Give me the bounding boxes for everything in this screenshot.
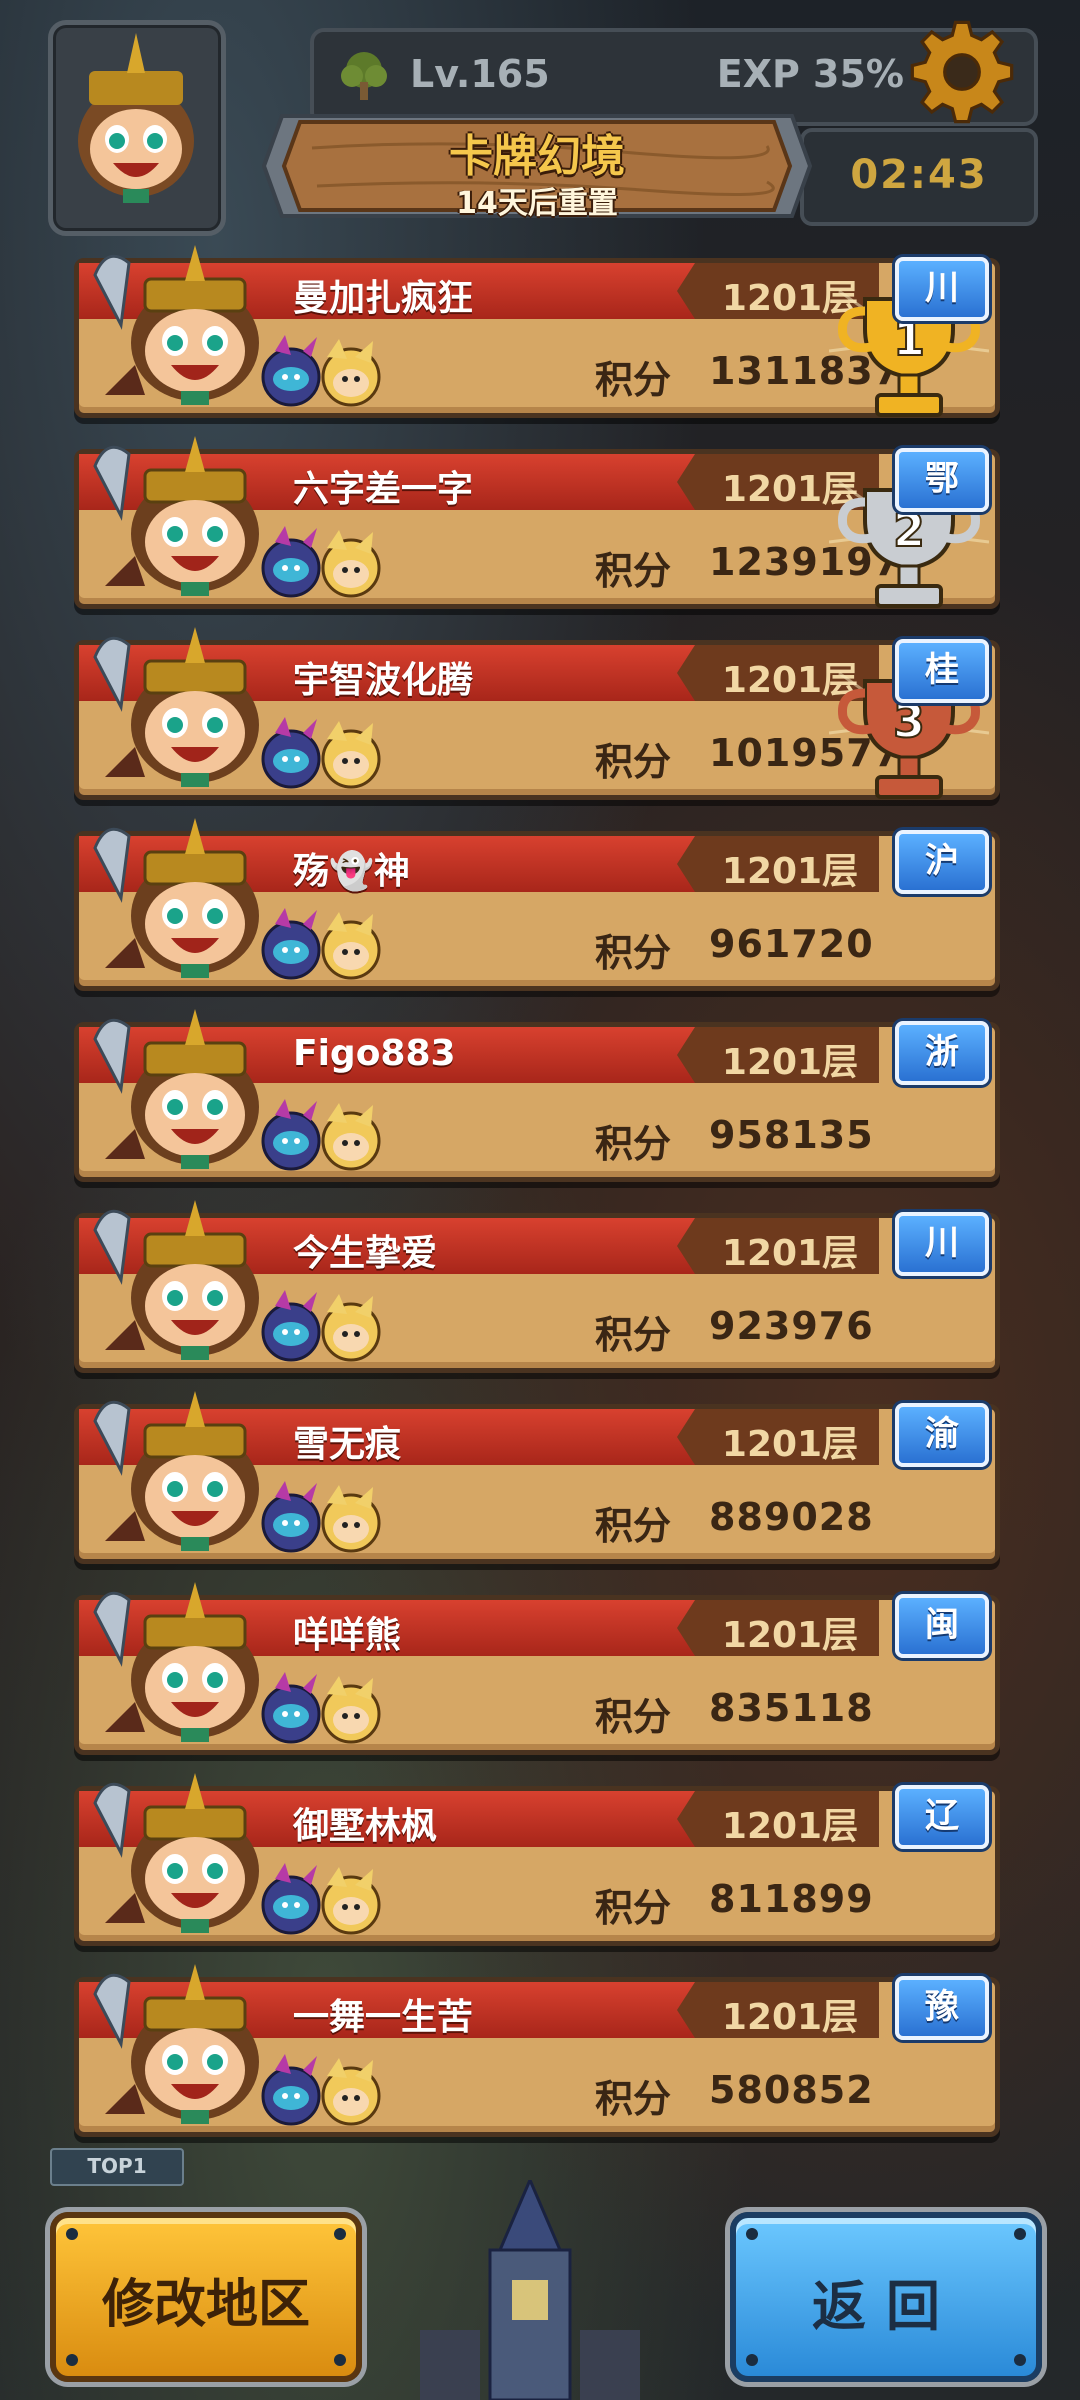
reset-subtitle: 14天后重置 xyxy=(456,186,618,221)
rivet xyxy=(334,2354,346,2366)
castle-tower-decoration xyxy=(420,2180,640,2400)
player-name: 曼加扎疯狂 xyxy=(293,278,474,319)
player-name: 六字差一字 xyxy=(293,469,474,510)
ranking-row[interactable]: 一舞一生苦 1201层 积分 580852 豫 xyxy=(74,1964,1000,2137)
player-avatar xyxy=(78,33,194,203)
pet-icons xyxy=(261,2054,381,2126)
player-avatar-frame[interactable] xyxy=(48,20,226,236)
score-label: 积分 xyxy=(595,549,672,593)
player-floor: 1201层 xyxy=(721,1424,859,1465)
region-badge: 豫 xyxy=(895,1976,989,2040)
score-label: 积分 xyxy=(595,1313,672,1357)
rivet xyxy=(334,2228,346,2240)
region-badge: 闽 xyxy=(895,1594,989,1658)
region-badge: 川 xyxy=(895,257,989,321)
pet-icons xyxy=(261,1672,381,1744)
pet-icons xyxy=(261,1863,381,1935)
region-badge: 辽 xyxy=(895,1785,989,1849)
pet-icons xyxy=(261,717,381,789)
player-level: Lv.165 xyxy=(410,52,550,96)
score-label: 积分 xyxy=(595,1504,672,1548)
ranking-row[interactable]: 御墅林枫 1201层 积分 811899 辽 xyxy=(74,1773,1000,1946)
top1-badge: TOP1 xyxy=(50,2148,184,2186)
player-floor: 1201层 xyxy=(721,1233,859,1274)
reset-timer: 02:43 xyxy=(800,128,1038,226)
region-badge: 渝 xyxy=(895,1403,989,1467)
back-button[interactable]: 返回 xyxy=(730,2212,1042,2382)
rivet xyxy=(66,2228,78,2240)
rivet xyxy=(746,2354,758,2366)
player-name: 雪无痕 xyxy=(293,1424,402,1465)
region-badge: 川 xyxy=(895,1212,989,1276)
region-badge: 鄂 xyxy=(895,448,989,512)
gear-icon[interactable] xyxy=(908,18,1016,126)
pet-icons xyxy=(261,335,381,407)
score-label: 积分 xyxy=(595,1122,672,1166)
player-score: 889028 xyxy=(709,1495,874,1539)
ranking-row[interactable]: 曼加扎疯狂 1201层 积分 1311837 川 1 xyxy=(74,245,1000,418)
player-score: 958135 xyxy=(709,1113,874,1157)
rivet xyxy=(746,2228,758,2240)
score-label: 积分 xyxy=(595,740,672,784)
timer-text: 02:43 xyxy=(850,152,988,198)
ranking-row[interactable]: 咩咩熊 1201层 积分 835118 闽 xyxy=(74,1582,1000,1755)
ranking-row[interactable]: Figo883 1201层 积分 958135 浙 xyxy=(74,1009,1000,1182)
ranking-row[interactable]: 今生挚爱 1201层 积分 923976 川 xyxy=(74,1200,1000,1373)
player-name: 一舞一生苦 xyxy=(293,1997,474,2038)
player-name: 宇智波化腾 xyxy=(293,660,474,701)
region-badge: 桂 xyxy=(895,639,989,703)
ranking-row[interactable]: 六字差一字 1201层 积分 1239197 鄂 2 xyxy=(74,436,1000,609)
title-plank: 卡牌幻境 14天后重置 xyxy=(262,108,812,224)
player-name: 御墅林枫 xyxy=(293,1806,438,1847)
change-region-button[interactable]: 修改地区 xyxy=(50,2212,362,2382)
player-score: 811899 xyxy=(709,1877,874,1921)
ranking-row[interactable]: 宇智波化腾 1201层 积分 1019577 桂 3 xyxy=(74,627,1000,800)
ranking-row[interactable]: 雪无痕 1201层 积分 889028 渝 xyxy=(74,1391,1000,1564)
change-region-label: 修改地区 xyxy=(101,2275,310,2335)
player-name: 殇👻神 xyxy=(293,851,410,892)
back-label: 返回 xyxy=(812,2275,960,2338)
player-name: 咩咩熊 xyxy=(293,1615,402,1656)
pet-icons xyxy=(261,908,381,980)
player-floor: 1201层 xyxy=(721,1615,859,1656)
region-badge: 浙 xyxy=(895,1021,989,1085)
player-score: 923976 xyxy=(709,1304,874,1348)
ranking-row[interactable]: 殇👻神 1201层 积分 961720 沪 xyxy=(74,818,1000,991)
player-floor: 1201层 xyxy=(721,1997,859,2038)
rivet xyxy=(1014,2228,1026,2240)
score-label: 积分 xyxy=(595,358,672,402)
pet-icons xyxy=(261,1099,381,1171)
pet-icons xyxy=(261,526,381,598)
tree-icon xyxy=(341,52,387,100)
player-score: 580852 xyxy=(709,2068,874,2112)
page-title: 卡牌幻境 xyxy=(449,131,625,182)
player-score: 961720 xyxy=(709,922,874,966)
score-label: 积分 xyxy=(595,931,672,975)
player-floor: 1201层 xyxy=(721,1042,859,1083)
score-label: 积分 xyxy=(595,2077,672,2121)
player-name: 今生挚爱 xyxy=(293,1233,438,1274)
player-name: Figo883 xyxy=(293,1033,456,1074)
score-label: 积分 xyxy=(595,1695,672,1739)
rivet xyxy=(1014,2354,1026,2366)
player-floor: 1201层 xyxy=(721,1806,859,1847)
player-exp: EXP 35% xyxy=(716,52,904,96)
player-score: 835118 xyxy=(709,1686,874,1730)
pet-icons xyxy=(261,1481,381,1553)
player-floor: 1201层 xyxy=(721,851,859,892)
pet-icons xyxy=(261,1290,381,1362)
score-label: 积分 xyxy=(595,1886,672,1930)
rivet xyxy=(66,2354,78,2366)
region-badge: 沪 xyxy=(895,830,989,894)
